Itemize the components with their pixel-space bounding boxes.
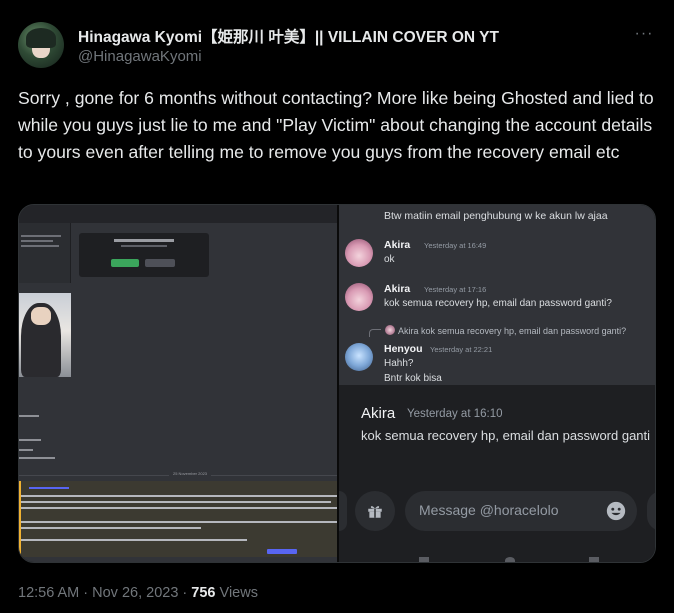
message-author: Akira [384,239,411,251]
tweet-timestamp: 12:56 AM · Nov 26, 2023 · 756 Views [18,585,258,601]
avatar [345,239,373,267]
gift-icon [368,506,382,518]
message-input-placeholder: Message @horacelolo [419,502,559,518]
reply-connector [369,329,381,337]
gift-button [355,491,395,531]
message-author: Akira [384,283,411,295]
reply-preview: Akira kok semua recovery hp, email dan p… [385,325,626,336]
author-display-name[interactable]: Hinagawa Kyomi【姫那川 叶美】|| VILLAIN COVER O… [78,25,499,47]
chat-first-line: Btw matiin email penghubung w ke akun lw… [384,210,608,222]
author-handle[interactable]: @HinagawaKyomi [78,48,202,65]
media-left-screenshot: 25 November 2023 [19,205,337,562]
screenshot-topbar [19,205,337,223]
media-right-top-chat: Btw matiin email penghubung w ke akun lw… [339,205,655,385]
message-author: Akira [361,405,396,422]
message-time: Yesterday at 22:21 [430,345,493,354]
reply-avatar [385,325,395,335]
message-time: Yesterday at 17:16 [424,285,487,294]
tweet-text: Sorry , gone for 6 months without contac… [18,88,654,162]
ellipsis-icon[interactable]: ··· [632,24,656,44]
screenshot-modal [79,233,209,277]
message-text: ok [384,254,395,265]
screenshot-photo [19,293,71,377]
avatar [345,283,373,311]
message-time: Yesterday at 16:10 [407,408,503,420]
author-avatar[interactable] [18,22,64,68]
attach-button [339,491,347,531]
message-text: Hahh? [384,358,414,369]
message-text: kok semua recovery hp, email dan passwor… [384,298,612,309]
screenshot-highlighted-message [19,481,337,557]
views-count: 756 [191,585,216,601]
message-input: Message @horacelolo [405,491,637,531]
screenshot-mention-tag [267,549,297,554]
message-time: Yesterday at 16:49 [424,241,487,250]
tweet-media-image[interactable]: 25 November 2023 Btw matiin email penghu… [18,204,656,563]
screenshot-sidebar [19,223,71,283]
message-text: kok semua recovery hp, email dan passwor… [361,428,651,443]
screenshot-date-divider: 25 November 2023 [169,471,212,476]
views-label: Views [215,585,258,601]
message-text: Bntr kok bisa [384,373,442,384]
send-button [647,491,655,531]
avatar [345,343,373,371]
message-author: Henyou [384,343,423,355]
media-right-bottom-chat: Akira Yesterday at 16:10 kok semua recov… [339,385,655,562]
emoji-icon [606,501,626,521]
tweet-time-link[interactable]: 12:56 AM · Nov 26, 2023 · [18,585,191,601]
